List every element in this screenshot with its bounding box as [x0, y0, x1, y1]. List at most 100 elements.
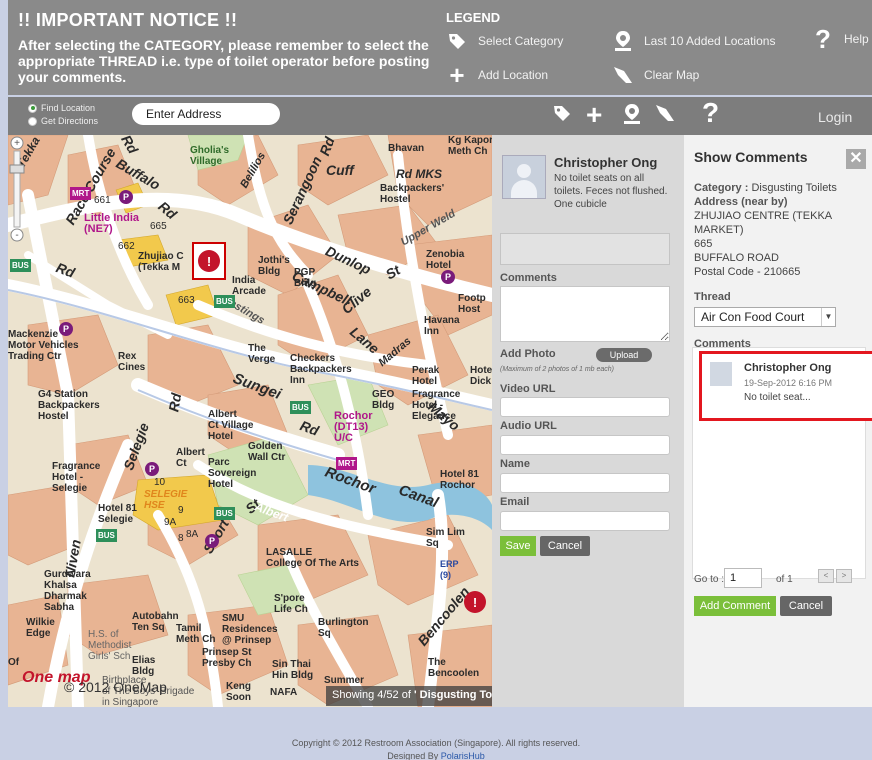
email-label: Email — [500, 496, 530, 508]
bus-badge: BUS — [214, 507, 235, 520]
address-key: Address (near by) — [694, 196, 788, 208]
goto-label: Go to : — [694, 574, 725, 585]
road-label: Cuff — [326, 162, 354, 178]
map-label: 9A — [164, 517, 177, 528]
map-label: Of — [8, 657, 20, 668]
map-label: Footp Host — [458, 293, 486, 315]
cancel-button[interactable]: Cancel — [780, 596, 832, 616]
email-input[interactable] — [500, 511, 670, 531]
map-label: Rochor (DT13) U/C — [334, 410, 373, 444]
eraser-icon — [612, 64, 634, 86]
map-label: Elias Bldg — [132, 655, 156, 677]
avatar — [710, 362, 732, 386]
tag-icon[interactable] — [552, 103, 572, 129]
svg-text:-: - — [15, 230, 18, 241]
map-label: Havana Inn — [424, 315, 460, 337]
find-location-option[interactable]: Find Location — [28, 103, 95, 113]
audio-url-input[interactable] — [500, 435, 670, 455]
legend-last-10-locations[interactable]: Last 10 Added Locations — [612, 30, 775, 52]
location-pin-icon[interactable] — [622, 103, 642, 131]
legend-add-location[interactable]: + Add Location — [446, 59, 549, 90]
name-input[interactable] — [500, 473, 670, 493]
preview-box — [500, 233, 670, 265]
chevron-down-icon: ▼ — [821, 308, 835, 326]
legend-label: Help — [844, 32, 869, 46]
map-label: S'pore Life Ch — [274, 593, 308, 615]
question-icon[interactable]: ? — [702, 97, 719, 129]
map-label: Checkers Backpackers Inn — [290, 353, 352, 386]
upload-button[interactable]: Upload — [596, 348, 652, 362]
login-link[interactable]: Login — [818, 109, 852, 125]
legend-select-category[interactable]: Select Category — [446, 30, 563, 52]
parking-marker: P — [56, 319, 76, 339]
address-line: ZHUJIAO CENTRE (TEKKA MARKET) — [694, 210, 832, 236]
map-label: Backpackers' Hostel — [380, 183, 445, 205]
bus-badge: BUS — [96, 529, 117, 542]
zoom-slider[interactable]: + - — [8, 135, 26, 245]
legend-clear-map[interactable]: Clear Map — [612, 64, 699, 86]
legend-help[interactable]: ? Help — [812, 24, 869, 54]
address-line: 665 — [694, 238, 713, 250]
map-label: Prinsep St Presby Ch — [202, 647, 252, 669]
status-prefix: Showing 4/52 of — [332, 689, 411, 701]
parking-marker: P — [438, 267, 458, 287]
map-label: Kg Kapor Meth Ch — [448, 135, 492, 157]
map-toolbar: Find Location Get Directions + ? Login — [8, 97, 872, 135]
photo-hint: (Maximum of 2 photos of 1 mb each) — [500, 366, 614, 373]
toilet-marker[interactable]: ! — [458, 583, 492, 621]
prev-page-button[interactable]: < — [818, 569, 834, 583]
cancel-button[interactable]: Cancel — [540, 536, 590, 556]
get-directions-label: Get Directions — [41, 116, 99, 126]
map-label: The Bencoolen — [428, 657, 480, 679]
parking-icon: P — [59, 322, 73, 336]
comments-title: Show Comments — [694, 149, 808, 165]
postal-code: Postal Code - 210665 — [694, 266, 801, 278]
map-label: Gholia's Village — [190, 145, 230, 167]
find-location-label: Find Location — [41, 103, 96, 113]
map-label: 663 — [178, 295, 195, 306]
location-pin-icon — [612, 30, 634, 52]
toilet-marker[interactable]: ! — [192, 242, 226, 280]
radio-icon[interactable] — [28, 116, 37, 126]
plus-icon[interactable]: + — [586, 99, 602, 131]
tag-icon — [446, 30, 468, 52]
designer-link[interactable]: PolarisHub — [441, 751, 485, 760]
avatar — [502, 155, 546, 199]
map-label: Little India (NE7) — [84, 212, 139, 235]
map-label: Hotel 81 Selegie — [98, 503, 137, 525]
notice-text: After selecting the CATEGORY, please rem… — [18, 37, 430, 85]
legend-label: Add Location — [478, 68, 549, 82]
toilet-icon: ! — [464, 591, 486, 613]
footer-designer: Designed By PolarisHub — [0, 751, 872, 760]
next-page-button[interactable]: > — [836, 569, 852, 583]
map-label: Jothi's Bldg — [258, 255, 290, 277]
map-label: Sin Thai Hin Bldg — [272, 659, 314, 681]
map-label: Albert Ct — [176, 447, 205, 469]
plus-icon: + — [449, 59, 465, 90]
mrt-badge: MRT — [336, 457, 358, 470]
page-input[interactable] — [724, 568, 762, 588]
add-comment-button[interactable]: Add Comment — [694, 596, 776, 616]
thread-select[interactable]: Air Con Food Court ▼ — [694, 307, 836, 327]
radio-icon[interactable] — [28, 103, 37, 113]
video-url-input[interactable] — [500, 397, 670, 417]
audio-url-label: Audio URL — [500, 420, 557, 432]
comments-textarea[interactable] — [500, 286, 670, 342]
save-button[interactable]: Save — [500, 536, 536, 556]
map-label: Perak Hotel — [412, 365, 440, 387]
get-directions-option[interactable]: Get Directions — [28, 116, 98, 126]
map-label: Rex Cines — [118, 351, 146, 373]
close-button[interactable]: ✕ — [846, 149, 866, 169]
status-category: ' Disgusting To — [413, 689, 492, 701]
address-input[interactable] — [132, 103, 280, 125]
map-copyright: © 2012 OneMap — [64, 679, 167, 695]
eraser-icon[interactable] — [654, 103, 676, 129]
map-view[interactable]: Bhavan Kg Kapor Meth Ch Gholia's Village… — [8, 135, 492, 707]
map-label: GEO Bldg — [372, 389, 395, 411]
map-label: Tamil Meth Ch — [176, 623, 216, 645]
map-label: LASALLE College Of The Arts — [266, 547, 359, 569]
list-item[interactable]: Christopher Ong 19-Sep-2012 6:16 PM No t… — [699, 351, 872, 421]
map-label: 8A — [186, 529, 199, 540]
bus-badge: BUS — [290, 401, 311, 414]
toilet-icon: ! — [198, 250, 220, 272]
